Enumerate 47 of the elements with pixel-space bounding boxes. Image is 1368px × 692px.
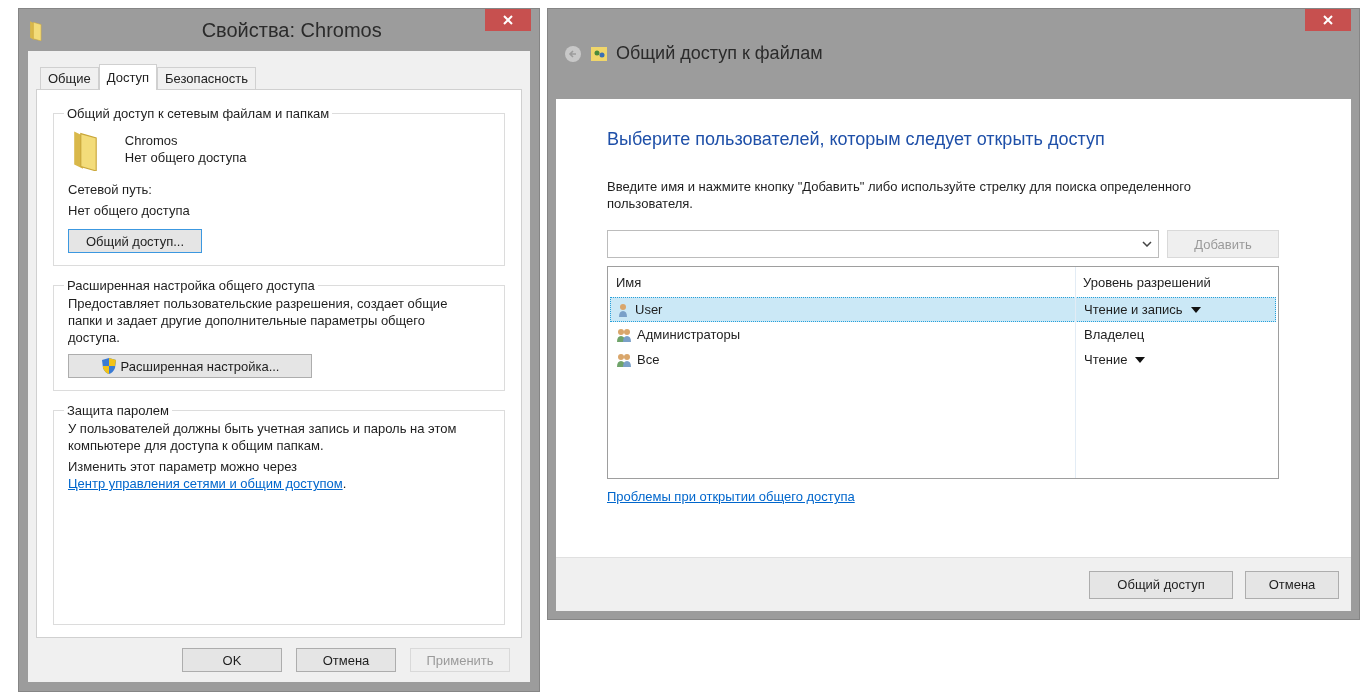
close-button[interactable]	[485, 9, 531, 31]
table-row[interactable]: Администраторы Владелец	[610, 322, 1276, 347]
table-row[interactable]: User Чтение и запись	[610, 297, 1276, 322]
window-title: Свойства: Chromos	[201, 18, 382, 42]
user-name: User	[635, 302, 663, 317]
users-icon	[590, 44, 608, 63]
advanced-sharing-button[interactable]: Расширенная настройка...	[68, 354, 312, 378]
column-header[interactable]: Уровень разрешений	[1075, 267, 1278, 297]
window-title: Общий доступ к файлам	[616, 43, 823, 64]
dropdown-arrow-icon[interactable]	[1135, 356, 1146, 363]
dialog-button[interactable]: Общий доступ	[1089, 570, 1233, 599]
dialog-button[interactable]: Отмена	[296, 648, 396, 672]
close-icon	[1323, 15, 1333, 25]
tab[interactable]: Общие	[40, 67, 99, 89]
column-header[interactable]: Имя	[608, 267, 1075, 297]
change-setting-text: Изменить этот параметр можно через Центр управления сетями и общим доступом.	[68, 458, 348, 492]
description: Предоставляет пользовательские разрешения, создает общие папки и задает другие дополнительные параметры общего доступа.	[68, 295, 449, 346]
instructions: Введите имя и нажмите кнопку "Добавить" либо используйте стрелку для поиска определенного пользователя.	[607, 178, 1192, 212]
tab[interactable]: Безопасность	[157, 67, 256, 89]
permission-level: Чтение	[1084, 352, 1128, 367]
permission-level: Чтение и запись	[1084, 302, 1183, 317]
path-label: Сетевой путь:	[68, 181, 152, 198]
dropdown-arrow-icon[interactable]	[1190, 306, 1201, 313]
tab[interactable]: Доступ	[98, 64, 158, 90]
group-title: Защита паролем	[66, 403, 170, 418]
folder-status: Нет общего доступа	[124, 149, 247, 166]
network-center-link[interactable]: Центр управления сетями и общим доступом	[68, 476, 343, 491]
group-title: Общий доступ к сетевым файлам и папкам	[66, 106, 331, 121]
close-icon	[503, 15, 513, 25]
description: У пользователей должны быть учетная запись и пароль на этом компьютере для доступа к общим папкам.	[68, 420, 458, 454]
shield-icon	[100, 357, 117, 375]
folder-icon	[29, 19, 45, 41]
users-icon	[615, 326, 633, 343]
dialog-button[interactable]: Отмена	[1245, 570, 1339, 599]
dialog-button[interactable]: OK	[182, 648, 282, 672]
folder-name: Chromos	[124, 132, 179, 149]
user-name: Все	[637, 352, 660, 367]
users-icon	[615, 351, 633, 368]
path-value: Нет общего доступа	[68, 202, 190, 219]
table-row[interactable]: Все Чтение	[610, 347, 1276, 372]
close-button[interactable]	[1305, 9, 1351, 31]
heading: Выберите пользователей, которым следует открыть доступ	[607, 129, 1106, 150]
share-button[interactable]: Общий доступ...	[68, 229, 202, 253]
permission-level: Владелец	[1084, 327, 1145, 342]
user-name: Администраторы	[637, 327, 741, 342]
group-title: Расширенная настройка общего доступа	[66, 278, 316, 293]
help-link[interactable]: Проблемы при открытии общего доступа	[607, 489, 855, 504]
